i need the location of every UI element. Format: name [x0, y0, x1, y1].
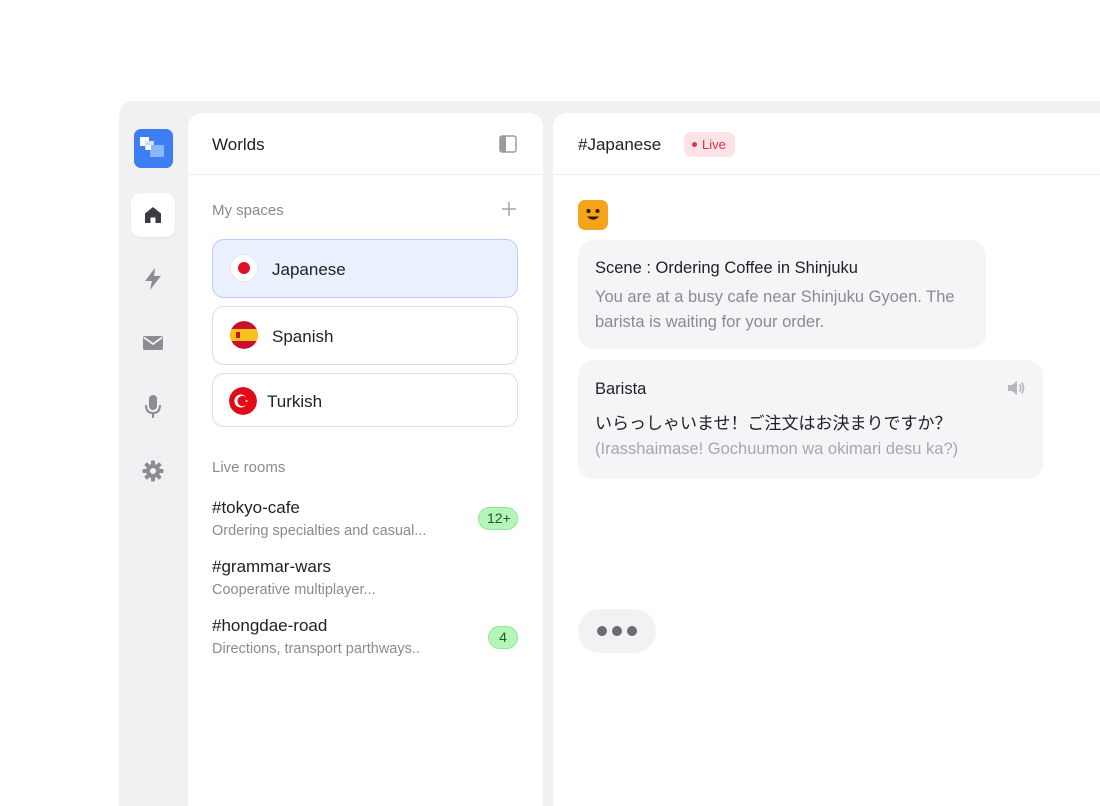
space-item-japanese[interactable]: Japanese: [212, 239, 518, 298]
room-desc: Ordering specialties and casual...: [212, 523, 427, 539]
romaji-text: (Irasshaimase! Gochuumon wa okimari desu…: [595, 440, 959, 458]
space-label: Turkish: [267, 392, 323, 411]
room-name: #hongdae-road: [212, 616, 328, 635]
scene-description: You are at a busy cafe near Shinjuku Gyo…: [595, 288, 955, 331]
room-count-badge: 4: [488, 626, 518, 649]
worlds-panel-header: Worlds: [188, 113, 543, 175]
icon-rail: [119, 101, 187, 806]
scene-title: Scene : Ordering Coffee in Shinjuku: [595, 259, 858, 277]
room-count-badge: 12+: [478, 507, 518, 530]
panel-title: Worlds: [212, 135, 265, 154]
japan-flag-icon: [230, 254, 258, 282]
nav-settings[interactable]: [131, 449, 175, 493]
space-label: Spanish: [272, 327, 334, 346]
live-label: Live: [702, 137, 726, 152]
live-badge: Live: [684, 132, 735, 157]
app-logo[interactable]: [134, 129, 173, 168]
space-item-spanish[interactable]: Spanish: [212, 306, 518, 365]
chat-panel: #Japanese Live Scene : Ordering Coffee i…: [553, 113, 1100, 806]
room-name: #grammar-wars: [212, 557, 332, 576]
typing-indicator: [578, 609, 656, 653]
space-item-turkish[interactable]: Turkish: [212, 373, 518, 427]
channel-title: #Japanese: [578, 135, 662, 154]
bot-avatar: [578, 200, 608, 230]
room-name: #tokyo-cafe: [212, 498, 300, 517]
nav-home[interactable]: [131, 193, 175, 237]
bolt-icon: [145, 268, 161, 290]
home-icon: [145, 207, 161, 223]
sidebar-toggle-icon[interactable]: [499, 135, 517, 153]
room-item-grammar-wars[interactable]: #grammar-wars Cooperative multiplayer...: [212, 557, 518, 607]
speaker-icon[interactable]: [1006, 379, 1026, 397]
mail-icon: [143, 336, 163, 350]
smiley-icon: [586, 209, 600, 220]
nav-messages[interactable]: [131, 321, 175, 365]
nav-voice[interactable]: [131, 385, 175, 429]
add-space-icon[interactable]: [501, 201, 517, 217]
room-item-hongdae-road[interactable]: #hongdae-road Directions, transport part…: [212, 616, 518, 666]
my-spaces-label: My spaces: [212, 202, 284, 219]
scene-message: Scene : Ordering Coffee in Shinjuku You …: [578, 240, 986, 349]
mic-icon: [145, 395, 161, 418]
worlds-panel: Worlds My spaces Japanese Spanish Turkis…: [188, 113, 543, 806]
room-item-tokyo-cafe[interactable]: #tokyo-cafe Ordering specialties and cas…: [212, 498, 518, 548]
turkey-flag-icon: [229, 387, 257, 415]
typing-dot-icon: [612, 626, 622, 636]
live-rooms-label: Live rooms: [212, 459, 286, 476]
spain-flag-icon: [230, 321, 258, 349]
typing-dot-icon: [597, 626, 607, 636]
logo-icon: [140, 137, 164, 157]
chat-header: #Japanese Live: [553, 113, 1100, 175]
typing-dot-icon: [627, 626, 637, 636]
room-desc: Directions, transport parthways..: [212, 641, 420, 657]
barista-message: Barista いらっしゃいませ！ご注文はお決まりですか？ (Irasshaim…: [578, 360, 1043, 479]
space-label: Japanese: [272, 260, 346, 279]
japanese-text: いらっしゃいませ！ご注文はお決まりですか？: [595, 414, 952, 433]
room-desc: Cooperative multiplayer...: [212, 582, 376, 598]
live-dot-icon: [692, 142, 697, 147]
gear-icon: [142, 460, 164, 482]
nav-activity[interactable]: [131, 257, 175, 301]
speaker-name: Barista: [595, 380, 647, 398]
